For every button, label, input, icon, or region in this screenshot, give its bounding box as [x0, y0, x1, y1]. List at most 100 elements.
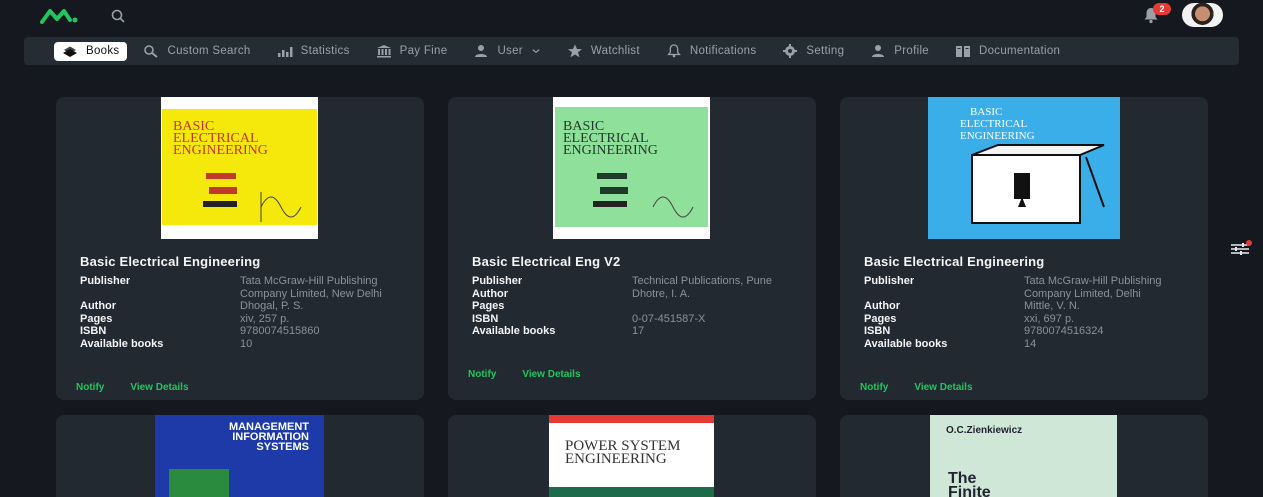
svg-text:ENGINEERING: ENGINEERING — [563, 143, 658, 158]
book-meta: Publisher Tata McGraw-Hill Publishing Com… — [80, 275, 400, 350]
notify-button[interactable]: Notify — [76, 382, 104, 393]
publisher-value: Technical Publications, Pune — [632, 275, 773, 287]
book-meta: Publisher Tata McGraw-Hill Publishing Com… — [864, 275, 1184, 350]
pages-label: Pages — [472, 300, 505, 312]
isbn-value: 9780074515860 — [240, 325, 320, 337]
svg-text:ENGINEERING: ENGINEERING — [565, 451, 667, 467]
book-card: O.C.Zienkiewicz The Finite — [840, 415, 1208, 497]
isbn-label: ISBN — [472, 312, 499, 325]
author-label: Author — [472, 287, 509, 300]
svg-text:ENGINEERING: ENGINEERING — [173, 143, 268, 158]
nav-item-setting[interactable]: Setting — [782, 41, 844, 61]
svg-text:BASIC: BASIC — [970, 106, 1002, 118]
star-icon — [567, 44, 582, 58]
book-card: MANAGEMENT INFORMATION SYSTEMS — [56, 415, 424, 497]
nav-item-label: Profile — [894, 45, 929, 57]
user-icon — [872, 45, 885, 57]
nav-item-label: Watchlist — [590, 45, 640, 57]
publisher-label: Publisher — [864, 275, 915, 287]
card-actions: Notify View Details — [860, 382, 973, 393]
publisher-value: Tata McGraw-Hill Publishing Company Limi… — [1024, 275, 1162, 300]
book-title[interactable]: Basic Electrical Engineering — [80, 254, 260, 269]
author-value: Mittle, V. N. — [1024, 300, 1080, 312]
nav-item-pay-fine[interactable]: Pay Fine — [376, 41, 448, 61]
card-actions: Notify View Details — [76, 382, 189, 393]
nav-item-label: Setting — [806, 45, 845, 57]
books-icon — [63, 46, 77, 57]
nav-item-watchlist[interactable]: Watchlist — [567, 41, 640, 61]
publisher-label: Publisher — [80, 275, 131, 287]
svg-text:ELECTRICAL: ELECTRICAL — [960, 118, 1027, 130]
isbn-label: ISBN — [80, 325, 107, 337]
top-bar: 2 — [0, 0, 1263, 32]
nav-item-label: Pay Fine — [399, 45, 448, 57]
book-meta: Publisher Technical Publications, Pune Au… — [472, 275, 792, 338]
book-card: POWER SYSTEM ENGINEERING — [448, 415, 816, 497]
nav-item-custom-search[interactable]: Custom Search — [143, 41, 250, 61]
pages-value: xiv, 257 p. — [240, 312, 290, 325]
main-nav: Books Custom Search Statistics Pay Fine … — [24, 37, 1239, 65]
pages-value — [632, 300, 792, 313]
view-details-button[interactable]: View Details — [914, 382, 972, 393]
isbn-label: ISBN — [864, 325, 891, 337]
user-icon — [475, 45, 488, 57]
card-actions: Notify View Details — [468, 369, 581, 380]
book-card: BASIC ELECTRICAL ENGINEERING Basic Elect… — [840, 97, 1208, 400]
available-label: Available books — [864, 337, 948, 350]
available-value: 10 — [240, 337, 253, 350]
filter-active-dot — [1246, 240, 1252, 246]
pages-label: Pages — [864, 312, 897, 325]
svg-text:O.C.Zienkiewicz: O.C.Zienkiewicz — [946, 425, 1022, 436]
nav-item-label: Custom Search — [167, 45, 251, 57]
nav-item-label: Statistics — [300, 45, 350, 57]
nav-item-label: Documentation — [979, 45, 1061, 57]
svg-text:SYSTEMS: SYSTEMS — [256, 441, 309, 453]
notify-button[interactable]: Notify — [468, 369, 496, 380]
document-icon — [956, 46, 970, 57]
nav-item-label: User — [497, 45, 523, 57]
svg-text:Finite: Finite — [948, 484, 991, 497]
nav-item-books[interactable]: Books — [54, 41, 128, 61]
book-card: BASIC ELECTRICAL ENGINEERING Basic Elect… — [56, 97, 424, 400]
available-value: 17 — [632, 325, 645, 337]
svg-text:ENGINEERING: ENGINEERING — [960, 130, 1035, 142]
isbn-value: 9780074516324 — [1024, 325, 1104, 337]
nav-item-label: Notifications — [689, 45, 757, 57]
pages-value: xxi, 697 p. — [1024, 312, 1075, 325]
nav-item-label: Books — [86, 45, 120, 57]
author-value: Dhotre, I. A. — [632, 287, 691, 300]
publisher-value: Tata McGraw-Hill Publishing Company Limi… — [240, 275, 382, 300]
app-logo[interactable] — [40, 8, 80, 24]
avatar[interactable] — [1182, 3, 1223, 27]
nav-item-notifications[interactable]: Notifications — [666, 41, 757, 61]
isbn-value: 0-07-451587-X — [632, 312, 706, 325]
chevron-down-icon — [532, 49, 540, 53]
pages-label: Pages — [80, 312, 113, 325]
available-label: Available books — [80, 337, 164, 350]
publisher-label: Publisher — [472, 275, 523, 287]
book-cover[interactable]: O.C.Zienkiewicz The Finite — [930, 415, 1117, 497]
book-cover[interactable]: BASIC ELECTRICAL ENGINEERING — [553, 97, 710, 239]
notification-count-badge: 2 — [1153, 3, 1171, 15]
nav-item-documentation[interactable]: Documentation — [955, 41, 1060, 61]
nav-item-profile[interactable]: Profile — [870, 41, 929, 61]
book-card: BASIC ELECTRICAL ENGINEERING Basic Elect… — [448, 97, 816, 400]
notify-button[interactable]: Notify — [860, 382, 888, 393]
view-details-button[interactable]: View Details — [522, 369, 580, 380]
search-icon[interactable] — [110, 8, 126, 24]
nav-item-user[interactable]: User — [473, 41, 540, 61]
available-value: 14 — [1024, 337, 1037, 350]
nav-item-statistics[interactable]: Statistics — [277, 41, 350, 61]
bank-icon — [376, 45, 391, 58]
book-cover[interactable]: POWER SYSTEM ENGINEERING — [549, 415, 714, 497]
book-title[interactable]: Basic Electrical Eng V2 — [472, 254, 620, 269]
book-cover[interactable]: BASIC ELECTRICAL ENGINEERING — [161, 97, 318, 239]
book-cover[interactable]: BASIC ELECTRICAL ENGINEERING — [928, 97, 1120, 239]
search-icon — [144, 45, 159, 58]
book-cover[interactable]: MANAGEMENT INFORMATION SYSTEMS — [155, 415, 324, 497]
book-title[interactable]: Basic Electrical Engineering — [864, 254, 1044, 269]
author-label: Author — [80, 300, 117, 312]
view-details-button[interactable]: View Details — [130, 382, 188, 393]
bar-chart-icon — [277, 47, 293, 57]
available-label: Available books — [472, 325, 556, 337]
